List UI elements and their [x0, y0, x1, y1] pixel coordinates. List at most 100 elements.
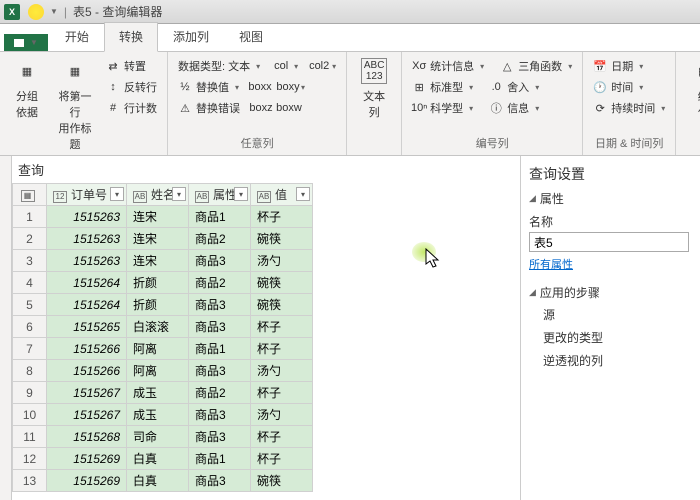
ribbon-舍入[interactable]: .0舍入▾ — [485, 77, 543, 97]
row-number[interactable]: 4 — [13, 272, 47, 294]
row-number[interactable]: 12 — [13, 448, 47, 470]
row-number[interactable]: 6 — [13, 316, 47, 338]
properties-section-header[interactable]: ◢属性 — [529, 190, 700, 207]
filter-dropdown-icon[interactable]: ▾ — [110, 187, 124, 201]
cell[interactable]: 1515266 — [47, 338, 127, 360]
ribbon-结化[interactable]: ▦结化 — [680, 54, 700, 149]
cell[interactable]: 司命 — [127, 426, 189, 448]
cell[interactable]: 杯子 — [251, 382, 313, 404]
table-row[interactable]: 91515267成玉商品2杯子 — [13, 382, 313, 404]
cell[interactable]: 商品3 — [189, 470, 251, 492]
ribbon-文本列[interactable]: ABC123文本列 — [351, 54, 397, 149]
cell[interactable]: 商品2 — [189, 382, 251, 404]
table-row[interactable]: 51515264折颜商品3碗筷 — [13, 294, 313, 316]
ribbon-数据类型: 文本[interactable]: 数据类型: 文本▾ — [174, 56, 264, 76]
row-number[interactable]: 7 — [13, 338, 47, 360]
filter-dropdown-icon[interactable]: ▾ — [296, 187, 310, 201]
row-number[interactable]: 5 — [13, 294, 47, 316]
cell[interactable]: 商品3 — [189, 426, 251, 448]
table-row[interactable]: 31515263连宋商品3汤勺 — [13, 250, 313, 272]
step-逆透视的列[interactable]: 逆透视的列 — [529, 349, 700, 372]
row-number[interactable]: 11 — [13, 426, 47, 448]
cell[interactable]: 汤勺 — [251, 250, 313, 272]
query-nav-collapsed[interactable] — [0, 156, 12, 500]
cell[interactable]: 1515267 — [47, 404, 127, 426]
tab-转换[interactable]: 转换 — [104, 22, 158, 52]
column-header-订单号[interactable]: 12订单号▾ — [47, 184, 127, 206]
row-number[interactable]: 13 — [13, 470, 47, 492]
row-number[interactable]: 2 — [13, 228, 47, 250]
cell[interactable]: 成玉 — [127, 382, 189, 404]
cell[interactable]: 1515263 — [47, 250, 127, 272]
cell[interactable]: 阿离 — [127, 360, 189, 382]
steps-section-header[interactable]: ◢应用的步骤 — [529, 284, 700, 301]
filter-dropdown-icon[interactable]: ▾ — [234, 187, 248, 201]
column-header-姓名[interactable]: AB姓名▾ — [127, 184, 189, 206]
row-number[interactable]: 8 — [13, 360, 47, 382]
query-name-input[interactable] — [529, 232, 689, 252]
tab-视图[interactable]: 视图 — [224, 22, 278, 51]
step-源[interactable]: 源 — [529, 303, 700, 326]
cell[interactable]: 连宋 — [127, 206, 189, 228]
cell[interactable]: 1515269 — [47, 448, 127, 470]
cell[interactable]: 折颜 — [127, 272, 189, 294]
cell[interactable]: 商品1 — [189, 448, 251, 470]
ribbon-反转行[interactable]: ↕反转行 — [102, 77, 161, 97]
cell[interactable]: 成玉 — [127, 404, 189, 426]
ribbon-替换错误[interactable]: ⚠替换错误 — [174, 98, 244, 118]
column-header-属性[interactable]: AB属性▾ — [189, 184, 251, 206]
all-properties-link[interactable]: 所有属性 — [529, 256, 700, 272]
cell[interactable]: 碗筷 — [251, 272, 313, 294]
ribbon-标准型[interactable]: ⊞标准型▾ — [408, 77, 477, 97]
cell[interactable]: 碗筷 — [251, 294, 313, 316]
smiley-dropdown-icon[interactable]: ▼ — [50, 7, 58, 16]
cell[interactable]: 阿离 — [127, 338, 189, 360]
table-row[interactable]: 21515263连宋商品2碗筷 — [13, 228, 313, 250]
ribbon-统计信息[interactable]: Xσ统计信息▾ — [408, 56, 488, 76]
smiley-icon[interactable] — [28, 4, 44, 20]
cell[interactable]: 杯子 — [251, 316, 313, 338]
ribbon-boxw[interactable]: boxw — [278, 98, 300, 118]
cell[interactable]: 白真 — [127, 448, 189, 470]
cell[interactable]: 1515267 — [47, 382, 127, 404]
ribbon-日期[interactable]: 📅日期▾ — [589, 56, 669, 76]
row-number[interactable]: 9 — [13, 382, 47, 404]
table-row[interactable]: 101515267成玉商品3汤勺 — [13, 404, 313, 426]
row-number[interactable]: 10 — [13, 404, 47, 426]
cell[interactable]: 杯子 — [251, 448, 313, 470]
cell[interactable]: 商品2 — [189, 228, 251, 250]
tab-开始[interactable]: 开始 — [50, 22, 104, 51]
cell[interactable]: 汤勺 — [251, 404, 313, 426]
ribbon-boxx[interactable]: boxx — [249, 77, 271, 97]
filter-dropdown-icon[interactable]: ▾ — [172, 187, 186, 201]
ribbon-boxy[interactable]: boxy▾ — [277, 77, 309, 97]
cell[interactable]: 折颜 — [127, 294, 189, 316]
cell[interactable]: 商品1 — [189, 338, 251, 360]
cell[interactable]: 1515265 — [47, 316, 127, 338]
table-row[interactable]: 121515269白真商品1杯子 — [13, 448, 313, 470]
table-row[interactable]: 111515268司命商品3杯子 — [13, 426, 313, 448]
row-number[interactable]: 3 — [13, 250, 47, 272]
cell[interactable]: 碗筷 — [251, 470, 313, 492]
cell[interactable]: 白滚滚 — [127, 316, 189, 338]
cell[interactable]: 商品3 — [189, 404, 251, 426]
cell[interactable]: 1515264 — [47, 272, 127, 294]
table-row[interactable]: 81515266阿离商品3汤勺 — [13, 360, 313, 382]
ribbon-替换值[interactable]: ½替换值▾ — [174, 77, 243, 97]
cell[interactable]: 商品3 — [189, 360, 251, 382]
cell[interactable]: 1515268 — [47, 426, 127, 448]
row-number[interactable]: 1 — [13, 206, 47, 228]
ribbon-col2[interactable]: col2▾ — [308, 56, 340, 76]
ribbon-科学型[interactable]: 10ⁿ科学型▾ — [408, 98, 477, 118]
cell[interactable]: 碗筷 — [251, 228, 313, 250]
ribbon-时间[interactable]: 🕐时间▾ — [589, 77, 669, 97]
tab-添加列[interactable]: 添加列 — [158, 22, 224, 51]
table-row[interactable]: 41515264折颜商品2碗筷 — [13, 272, 313, 294]
cell[interactable]: 1515264 — [47, 294, 127, 316]
cell[interactable]: 1515263 — [47, 228, 127, 250]
table-row[interactable]: 71515266阿离商品1杯子 — [13, 338, 313, 360]
file-tab[interactable]: ▼ — [4, 34, 48, 51]
table-row[interactable]: 61515265白滚滚商品3杯子 — [13, 316, 313, 338]
ribbon-将第一行用作标题[interactable]: ▦将第一行用作标题 — [52, 54, 98, 154]
table-row[interactable]: 131515269白真商品3碗筷 — [13, 470, 313, 492]
